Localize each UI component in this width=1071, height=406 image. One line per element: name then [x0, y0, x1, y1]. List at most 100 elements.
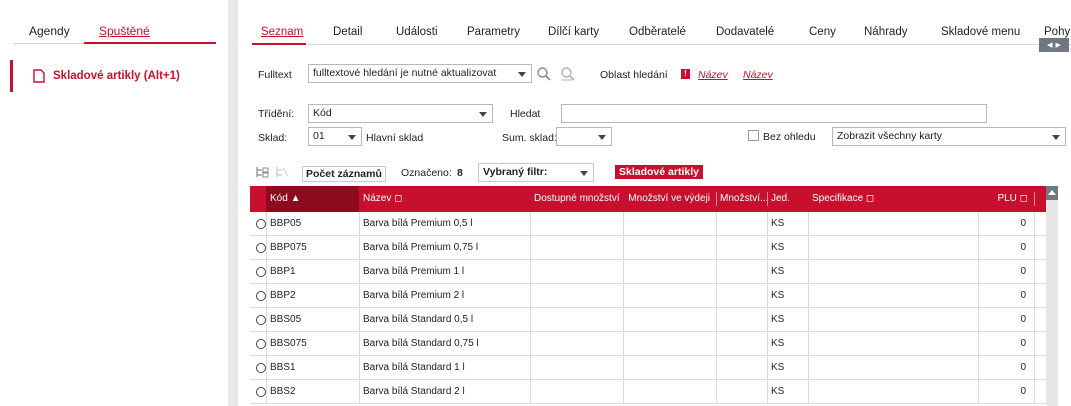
cell-spec — [808, 236, 978, 260]
find-label: Hledat — [510, 108, 541, 120]
tab-parametry[interactable]: Parametry — [467, 26, 520, 38]
cell-kod: BBP05 — [270, 218, 302, 229]
cell-jed: KS — [771, 362, 785, 373]
cell-kod: BBS075 — [270, 338, 307, 349]
marked-count: 8 — [457, 167, 463, 179]
search-clear-icon[interactable] — [560, 66, 576, 82]
active-filter-badge[interactable]: Skladové artikly — [615, 165, 703, 179]
header-specifikace[interactable]: Specifikace ◻ — [808, 186, 978, 212]
table-row[interactable]: BBS2 Barva bílá Standard 2 l KS 0 — [250, 380, 1046, 404]
cell-mnozstvi — [716, 260, 767, 284]
tab-scroll-buttons[interactable]: ◀ ▶ — [1039, 38, 1069, 52]
main-tabs: Seznam Detail Události Parametry Dílčí k… — [238, 0, 1071, 52]
selected-filter-select[interactable]: Vybraný filtr: — [478, 163, 594, 182]
tab-dilci-karty[interactable]: Dílčí karty — [548, 26, 599, 38]
cell-spec — [808, 260, 978, 284]
table-row[interactable]: BBP05 Barva bílá Premium 0,5 l KS 0 — [250, 212, 1046, 236]
header-jed[interactable]: Jed. — [767, 186, 808, 212]
cell-mnozstvi — [716, 212, 767, 236]
row-select-radio[interactable] — [256, 315, 266, 325]
cell-nazev: Barva bílá Standard 0,5 l — [363, 314, 474, 325]
cell-vydej — [623, 356, 716, 380]
store-select[interactable]: 01 — [308, 127, 362, 146]
no-regard-label: Bez ohledu — [763, 131, 816, 143]
running-item-label: Skladové artikly (Alt+1) — [53, 70, 180, 82]
row-select-radio[interactable] — [256, 243, 266, 253]
chevron-left-icon[interactable]: ◀ — [1047, 41, 1052, 49]
tab-skladove-menu[interactable]: Skladové menu — [941, 26, 1020, 38]
table-row[interactable]: BBS075 Barva bílá Standard 0,75 l KS 0 — [250, 332, 1046, 356]
chevron-down-icon — [479, 112, 487, 117]
sum-store-select[interactable] — [556, 127, 612, 146]
search-icon[interactable] — [536, 66, 552, 82]
tab-divider — [14, 43, 84, 44]
tab-pohyb[interactable]: Pohyb — [1044, 26, 1071, 38]
cell-plu: 0 — [1020, 386, 1026, 397]
tab-spustene[interactable]: Spuštěné — [99, 24, 150, 38]
row-select-radio[interactable] — [256, 363, 266, 373]
row-select-radio[interactable] — [256, 267, 266, 277]
tab-agendy[interactable]: Agendy — [29, 24, 70, 38]
tab-nahrady[interactable]: Náhrady — [864, 26, 907, 38]
sort-select[interactable]: Kód — [308, 104, 493, 123]
row-select-radio[interactable] — [256, 387, 266, 397]
tree-disabled-icon[interactable] — [275, 165, 289, 179]
tab-detail[interactable]: Detail — [333, 26, 362, 38]
header-kod[interactable]: Kód ▲ — [266, 186, 359, 212]
cell-nazev: Barva bílá Premium 0,5 l — [363, 218, 473, 229]
tab-odberatele[interactable]: Odběratelé — [629, 26, 686, 38]
header-separator — [1034, 192, 1035, 206]
cell-divider — [1034, 212, 1035, 236]
left-tabs: Agendy Spuštěné — [0, 0, 228, 46]
search-area-link-2[interactable]: Název — [743, 69, 773, 81]
cell-vydej — [623, 332, 716, 356]
find-input[interactable] — [561, 104, 987, 123]
row-select-radio[interactable] — [256, 219, 266, 229]
search-area-link-1[interactable]: Název — [698, 69, 728, 81]
row-select-radio[interactable] — [256, 339, 266, 349]
header-vydej[interactable]: Množství ve výdeji — [623, 186, 716, 212]
tab-ceny[interactable]: Ceny — [809, 26, 836, 38]
chevron-right-icon[interactable]: ▶ — [1056, 41, 1061, 49]
header-plu[interactable]: PLU ◻ — [978, 186, 1034, 212]
cell-divider — [1034, 260, 1035, 284]
fulltext-input[interactable]: fulltextové hledání je nutné aktualizova… — [308, 64, 532, 83]
header-mnozstvi[interactable]: Množství... — [716, 186, 767, 212]
tab-dodavatele[interactable]: Dodavatelé — [716, 26, 774, 38]
table-row[interactable]: BBP075 Barva bílá Premium 0,75 l KS 0 — [250, 236, 1046, 260]
search-area-warning-badge: ! — [681, 69, 690, 79]
vertical-scrollbar[interactable] — [1046, 186, 1058, 406]
table-row[interactable]: BBP1 Barva bílá Premium 1 l KS 0 — [250, 260, 1046, 284]
cell-mnozstvi — [716, 356, 767, 380]
no-regard-checkbox[interactable] — [748, 130, 759, 141]
tab-udalosti[interactable]: Události — [396, 26, 438, 38]
header-separator — [767, 192, 768, 206]
cell-kod: BBP075 — [270, 242, 307, 253]
cell-divider — [1034, 332, 1035, 356]
table-row[interactable]: BBS05 Barva bílá Standard 0,5 l KS 0 — [250, 308, 1046, 332]
running-item-skladove-artikly[interactable]: Skladové artikly (Alt+1) — [10, 60, 228, 92]
cell-dostupne — [530, 212, 623, 236]
row-select-radio[interactable] — [256, 291, 266, 301]
active-tab-indicator — [84, 42, 216, 44]
record-count-button[interactable]: Počet záznamů — [302, 166, 386, 182]
tab-seznam[interactable]: Seznam — [261, 26, 303, 38]
show-cards-select[interactable]: Zobrazit všechny karty — [832, 127, 1066, 146]
cell-nazev: Barva bílá Standard 1 l — [363, 362, 465, 373]
header-dostupne[interactable]: Dostupné množství — [530, 186, 623, 212]
sort-value: Kód — [313, 107, 332, 119]
cell-vydej — [623, 260, 716, 284]
table-row[interactable]: BBP2 Barva bílá Premium 2 l KS 0 — [250, 284, 1046, 308]
cell-vydej — [623, 380, 716, 404]
tabs-divider — [252, 44, 1071, 45]
scroll-up-icon[interactable] — [1046, 186, 1058, 200]
chevron-down-icon — [580, 171, 588, 176]
header-nazev[interactable]: Název ◻ — [359, 186, 530, 212]
table-row[interactable]: BBS1 Barva bílá Standard 1 l KS 0 — [250, 356, 1046, 380]
document-icon — [33, 69, 45, 83]
cell-divider — [1034, 236, 1035, 260]
cell-jed: KS — [771, 338, 785, 349]
grid-header: Kód ▲ Název ◻ Dostupné množství Množství… — [250, 186, 1046, 212]
cell-dostupne — [530, 380, 623, 404]
tree-view-icon[interactable] — [255, 165, 269, 179]
